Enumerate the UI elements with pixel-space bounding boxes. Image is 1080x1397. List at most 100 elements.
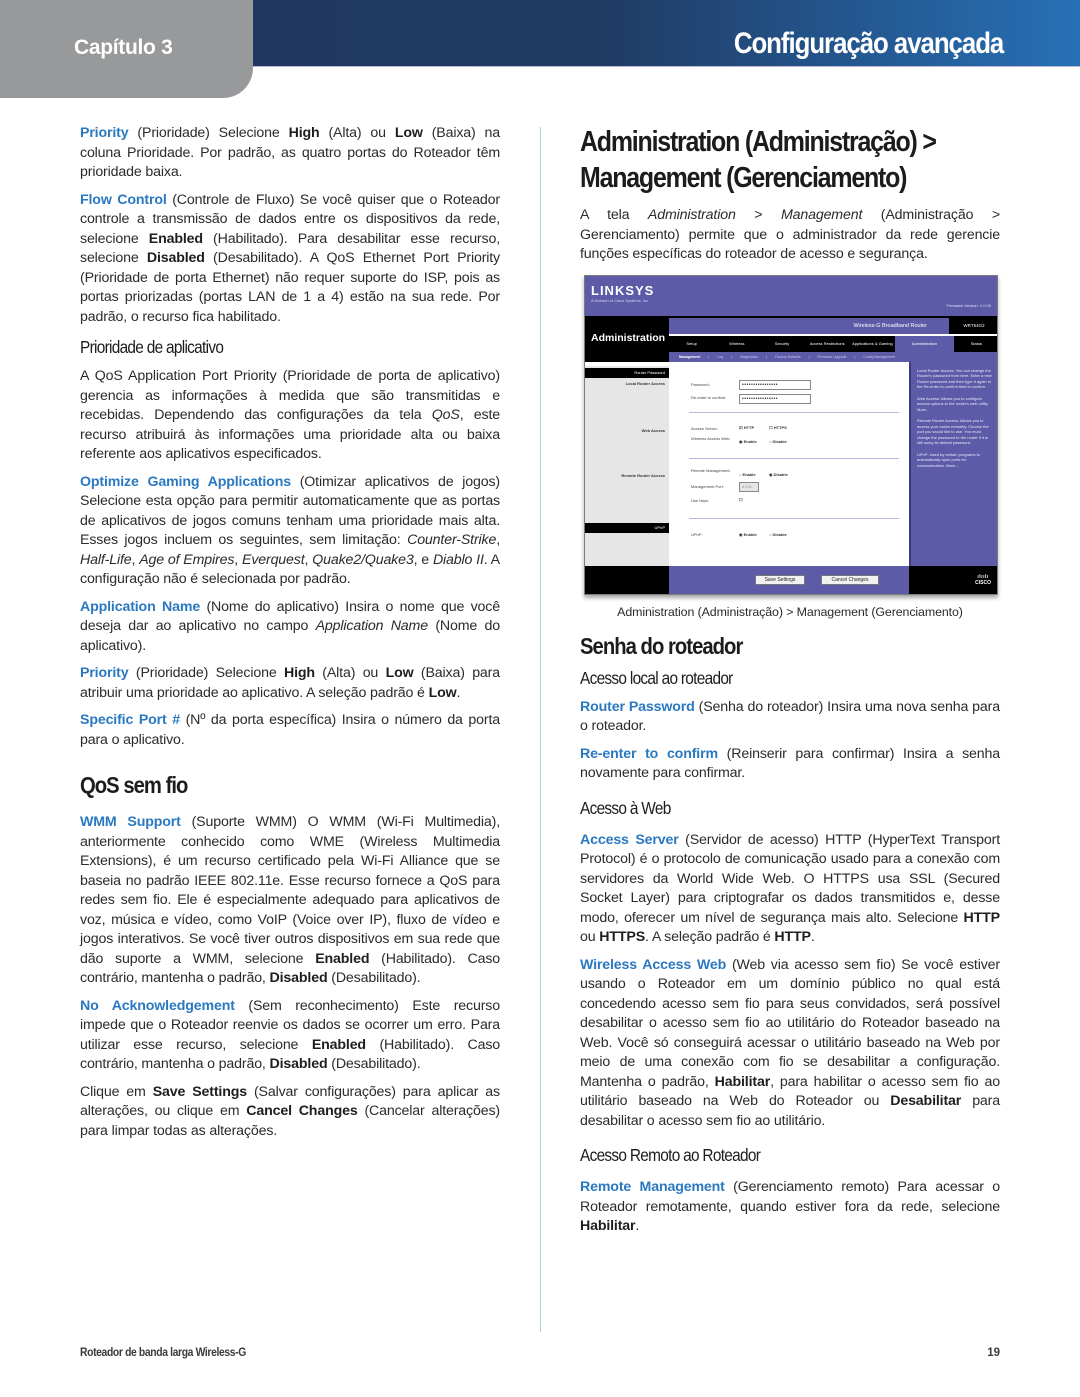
bottom-left-block [585, 565, 669, 594]
bold-text: Disabled [269, 1056, 328, 1072]
remote-mgmt-enable-radio[interactable]: ○ Enable [739, 472, 756, 477]
reenter-password-input[interactable]: •••••••••••••••• [739, 393, 811, 404]
text: Clique em [80, 1083, 153, 1100]
subtab-log[interactable]: Log [717, 352, 723, 362]
disable-label: Disable [772, 438, 787, 444]
bold-text: Habilitar [580, 1218, 636, 1234]
text: (Alta) ou [314, 665, 386, 681]
product-name: Wireless-G Broadband Router [853, 322, 927, 329]
term-remote-management: Remote Management [580, 1179, 725, 1195]
term-application-name: Application Name [80, 598, 201, 615]
chapter-tab: Capítulo 3 [0, 0, 253, 98]
upnp-header: UPnP [585, 522, 669, 533]
bold-text: Enabled [311, 1036, 366, 1053]
game-name: Quake2/Quake3 [312, 551, 414, 568]
remote-mgmt-disable-radio[interactable]: ◉ Disable [769, 472, 788, 477]
term-wmm-support: WMM Support [80, 814, 181, 830]
right-column: Administration (Administração) > Managem… [580, 124, 1000, 1245]
term-priority: Priority [80, 665, 129, 681]
flow-control-paragraph: Flow Control (Controle de Fluxo) Se você… [80, 191, 500, 328]
subtab-factory-defaults[interactable]: Factory Defaults [775, 352, 800, 362]
wireless-access-web-paragraph: Wireless Access Web (Web via acesso sem … [580, 956, 1000, 1132]
wireless-access-enable-radio[interactable]: ◉ Enable [739, 439, 757, 444]
subtab-separator: | [854, 354, 856, 359]
no-ack-paragraph: No Acknowledgement (Sem reconhecimento) … [80, 997, 500, 1075]
access-server-paragraph: Access Server (Servidor de acesso) HTTP … [580, 831, 1000, 948]
subtab-management[interactable]: Management [679, 352, 700, 362]
bold-text: High [288, 125, 320, 141]
footer-product-name: Roteador de banda larga Wireless-G [80, 1347, 246, 1359]
upnp-disable-radio[interactable]: ○ Disable [769, 532, 787, 537]
term-optimize-gaming: Optimize Gaming Applications [80, 473, 291, 490]
subtab-diagnostics[interactable]: Diagnostics [740, 352, 758, 362]
screenshot-help-panel: Local Router Access: You can change the … [909, 361, 997, 566]
tab-status[interactable]: Status [954, 336, 997, 352]
disable-label: Disable [773, 471, 788, 477]
router-main-tabs: Setup Wireless Security Access Restricti… [669, 335, 997, 352]
tab-administration[interactable]: Administration [895, 335, 954, 352]
qos-wireless-heading: QoS sem fio [80, 772, 188, 798]
text: , [234, 551, 242, 568]
tab-applications-gaming[interactable]: Applications & Gaming [850, 336, 895, 352]
access-server-label: Access Server: [691, 425, 718, 431]
cisco-logo: ılıılı CISCO [975, 574, 991, 586]
disable-label: Disable [772, 531, 787, 537]
http-label: HTTP [743, 424, 755, 430]
wmm-support-paragraph: WMM Support (Suporte WMM) O WMM (Wi-Fi M… [80, 813, 500, 989]
local-access-heading: Acesso local ao roteador [580, 667, 733, 688]
text: , e [413, 551, 433, 568]
bold-text: HTTPS [599, 929, 646, 945]
text: (Prioridade) Selecione [128, 665, 284, 681]
management-port-input[interactable]: 8080 [739, 481, 759, 492]
tab-setup[interactable]: Setup [669, 336, 714, 352]
priority-paragraph: Priority (Prioridade) Selecione High (Al… [80, 124, 500, 183]
screenshot-caption: Administration (Administração) > Managem… [617, 604, 963, 619]
bold-text: Low [394, 125, 423, 141]
app-priority-intro: A QoS Application Port Priority (Priorid… [80, 367, 500, 465]
text: . [635, 1218, 640, 1234]
text: . A seleção padrão é [645, 929, 775, 945]
text: (Desabilitado). [327, 1056, 421, 1072]
subtab-separator: | [731, 354, 733, 359]
text: A tela [580, 207, 648, 223]
cisco-wordmark: CISCO [975, 579, 991, 586]
term-access-server: Access Server [580, 831, 679, 848]
http-checkbox[interactable]: ☑ HTTP [739, 425, 754, 430]
wireless-access-label: Wireless Access Web: [691, 435, 731, 441]
remote-management-paragraph: Remote Management (Gerenciamento remoto)… [580, 1178, 1000, 1237]
cancel-changes-button[interactable]: Cancel Changes [821, 574, 879, 585]
screenshot-left-column: Router Password Local Router Access Web … [585, 365, 669, 566]
tab-wireless[interactable]: Wireless [714, 336, 759, 352]
subtab-separator: | [808, 354, 810, 359]
router-password-paragraph: Router Password (Senha do roteador) Insi… [580, 698, 1000, 737]
password-label: Password: [691, 381, 710, 387]
subtab-firmware-upgrade[interactable]: Firmware Upgrade [818, 352, 847, 362]
text: (Alta) ou [319, 125, 395, 141]
tab-access-restrictions[interactable]: Access Restrictions [805, 336, 850, 352]
use-https-checkbox[interactable]: ☐ [739, 497, 743, 502]
upnp-enable-radio[interactable]: ◉ Enable [739, 532, 757, 537]
help-upnp: UPnP: Used by certain programs to automa… [917, 451, 980, 468]
wireless-access-disable-radio[interactable]: ○ Disable [769, 439, 787, 444]
text: . [456, 684, 461, 701]
https-checkbox[interactable]: ☐ HTTPS [769, 425, 787, 430]
italic-text: QoS [431, 407, 460, 423]
form-divider [689, 517, 899, 519]
text: > [735, 207, 781, 223]
save-settings-button[interactable]: Save Settings [755, 574, 805, 585]
game-name: Diablo II [432, 551, 484, 568]
left-column: Priority (Prioridade) Selecione High (Al… [80, 124, 500, 1149]
subtab-config-management[interactable]: Config Management [863, 352, 895, 362]
game-name: Age of Empires [139, 551, 235, 568]
column-divider [540, 127, 541, 1332]
bold-text: High [283, 665, 315, 681]
screenshot-bottom-bar: Save Settings Cancel Changes ılıılı CISC… [585, 565, 997, 594]
term-reenter: Re-enter to confirm [580, 745, 718, 762]
tab-security[interactable]: Security [759, 336, 804, 352]
bold-text: Low [428, 684, 457, 701]
web-access-label: Web Access [641, 427, 665, 433]
local-router-access-label: Local Router Access [625, 380, 665, 386]
password-input[interactable]: •••••••••••••••• [739, 379, 811, 390]
title-line-2: Management (Gerenciamento) [580, 162, 907, 194]
subtab-separator: | [766, 354, 768, 359]
